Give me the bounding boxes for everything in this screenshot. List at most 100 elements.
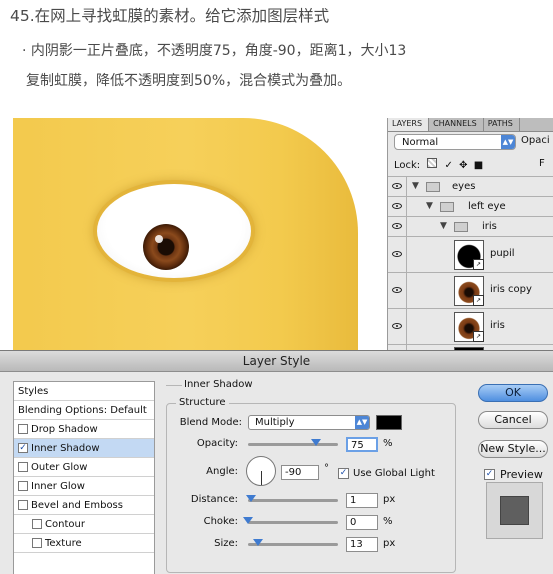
shadow-color-swatch[interactable] bbox=[376, 415, 402, 430]
size-input[interactable]: 13 bbox=[346, 537, 378, 552]
step-instruction-1: · 内阴影一正片叠底，不透明度75，角度-90，距离1，大小13 bbox=[22, 43, 407, 59]
smart-object-icon: ↗ bbox=[473, 295, 484, 306]
eye-icon[interactable] bbox=[392, 287, 402, 293]
layer-name: iris bbox=[490, 320, 505, 331]
expand-triangle-icon[interactable]: ▼ bbox=[440, 221, 447, 231]
move-icon[interactable]: ✥ bbox=[459, 160, 467, 171]
layer-opacity-label: Opaci bbox=[521, 135, 550, 146]
layer-row-iris-copy[interactable]: ↗ iris copy bbox=[388, 272, 553, 308]
styles-list-item-inner-shadow[interactable]: ✓ Inner Shadow bbox=[14, 439, 154, 458]
layer-thumbnail: ↗ bbox=[454, 276, 484, 306]
folder-icon bbox=[440, 202, 454, 212]
cancel-button[interactable]: Cancel bbox=[478, 411, 548, 429]
outer-glow-checkbox[interactable] bbox=[18, 462, 28, 472]
iris-highlight bbox=[155, 235, 163, 243]
size-slider-knob[interactable] bbox=[253, 539, 263, 546]
blend-mode-select[interactable]: Multiply ▲▼ bbox=[248, 415, 370, 430]
use-global-light-checkbox[interactable]: ✓ bbox=[338, 468, 349, 479]
drop-shadow-checkbox[interactable] bbox=[18, 424, 28, 434]
eye-icon[interactable] bbox=[392, 251, 402, 257]
visibility-cell bbox=[388, 177, 407, 196]
choke-unit: % bbox=[383, 516, 393, 527]
layer-row-left-eye[interactable]: ▼ left eye bbox=[388, 196, 553, 216]
bevel-emboss-checkbox[interactable] bbox=[18, 500, 28, 510]
styles-list-item-bevel-emboss[interactable]: Bevel and Emboss bbox=[14, 496, 154, 515]
smart-object-icon: ↗ bbox=[473, 259, 484, 270]
distance-slider-knob[interactable] bbox=[246, 495, 256, 502]
lock-icon[interactable]: ■ bbox=[474, 160, 483, 171]
preview-label: Preview bbox=[500, 468, 543, 481]
angle-unit: ° bbox=[324, 463, 329, 474]
choke-slider-track[interactable] bbox=[248, 521, 338, 524]
distance-label: Distance: bbox=[190, 494, 238, 505]
layer-name: iris bbox=[482, 221, 497, 232]
size-unit: px bbox=[383, 538, 396, 549]
layers-panel-tabs: LAYERS CHANNELS PATHS bbox=[388, 118, 553, 132]
blend-mode-value: Multiply bbox=[255, 417, 295, 428]
texture-checkbox[interactable] bbox=[32, 538, 42, 548]
inner-glow-checkbox[interactable] bbox=[18, 481, 28, 491]
layer-style-dialog: Layer Style Styles Blending Options: Def… bbox=[0, 350, 553, 574]
brush-icon[interactable]: ✓ bbox=[445, 160, 453, 171]
iris-image bbox=[143, 224, 189, 270]
styles-list-item-contour[interactable]: Contour bbox=[14, 515, 154, 534]
layer-row-iris[interactable]: ↗ iris bbox=[388, 308, 553, 344]
styles-list-item-styles[interactable]: Styles bbox=[14, 382, 154, 401]
contour-checkbox[interactable] bbox=[32, 519, 42, 529]
angle-dial[interactable] bbox=[246, 456, 276, 486]
visibility-cell bbox=[388, 197, 407, 216]
styles-list-item-texture[interactable]: Texture bbox=[14, 534, 154, 553]
layer-row-pupil[interactable]: ↗ pupil bbox=[388, 236, 553, 272]
inner-shadow-checkbox[interactable]: ✓ bbox=[18, 443, 28, 453]
opacity-label: Opacity: bbox=[196, 438, 238, 449]
ok-button[interactable]: OK bbox=[478, 384, 548, 402]
eye-icon[interactable] bbox=[392, 223, 402, 229]
expand-triangle-icon[interactable]: ▼ bbox=[426, 201, 433, 211]
lock-transparent-icon[interactable] bbox=[427, 158, 438, 168]
smart-object-icon: ↗ bbox=[473, 331, 484, 342]
layer-row-eyes[interactable]: ▼ eyes bbox=[388, 176, 553, 196]
styles-list-item-inner-glow[interactable]: Inner Glow bbox=[14, 477, 154, 496]
styles-list-item-blending-options[interactable]: Blending Options: Default bbox=[14, 401, 154, 420]
layer-name: left eye bbox=[468, 201, 506, 212]
layer-blend-mode-value: Normal bbox=[402, 137, 439, 148]
use-global-light-label: Use Global Light bbox=[353, 468, 435, 479]
chevron-updown-icon: ▲▼ bbox=[355, 416, 369, 429]
layer-thumbnail: ↗ bbox=[454, 312, 484, 342]
preview-checkbox[interactable]: ✓ bbox=[484, 469, 495, 480]
section-divider bbox=[166, 385, 182, 386]
layer-row-iris-group[interactable]: ▼ iris bbox=[388, 216, 553, 236]
tab-paths[interactable]: PATHS bbox=[484, 118, 520, 131]
eye-icon[interactable] bbox=[392, 183, 402, 189]
opacity-slider-track[interactable] bbox=[248, 443, 338, 446]
choke-input[interactable]: 0 bbox=[346, 515, 378, 530]
layer-name: iris copy bbox=[490, 284, 532, 295]
style-preview-swatch bbox=[500, 496, 529, 525]
opacity-unit: % bbox=[383, 438, 393, 449]
styles-list-item-drop-shadow[interactable]: Drop Shadow bbox=[14, 420, 154, 439]
distance-slider-track[interactable] bbox=[248, 499, 338, 502]
tab-layers[interactable]: LAYERS bbox=[388, 118, 430, 131]
size-label: Size: bbox=[214, 538, 238, 549]
eye-icon[interactable] bbox=[392, 323, 402, 329]
lock-label: Lock: bbox=[394, 160, 421, 171]
distance-unit: px bbox=[383, 494, 396, 505]
new-style-button[interactable]: New Style... bbox=[478, 440, 548, 458]
choke-slider-knob[interactable] bbox=[243, 517, 253, 524]
expand-triangle-icon[interactable]: ▼ bbox=[412, 181, 419, 191]
eye-icon[interactable] bbox=[392, 203, 402, 209]
opacity-slider-knob[interactable] bbox=[310, 439, 321, 446]
angle-input[interactable]: -90 bbox=[281, 465, 319, 480]
layer-blend-mode-select[interactable]: Normal ▲▼ bbox=[394, 134, 516, 150]
folder-icon bbox=[426, 182, 440, 192]
document-canvas[interactable] bbox=[13, 118, 385, 360]
visibility-cell bbox=[388, 309, 407, 344]
opacity-input[interactable]: 75 bbox=[346, 437, 378, 452]
group-title: Structure bbox=[176, 397, 229, 408]
layer-name: pupil bbox=[490, 248, 515, 259]
distance-input[interactable]: 1 bbox=[346, 493, 378, 508]
angle-label: Angle: bbox=[206, 466, 238, 477]
tab-channels[interactable]: CHANNELS bbox=[429, 118, 484, 131]
styles-list-item-outer-glow[interactable]: Outer Glow bbox=[14, 458, 154, 477]
visibility-cell bbox=[388, 273, 407, 308]
